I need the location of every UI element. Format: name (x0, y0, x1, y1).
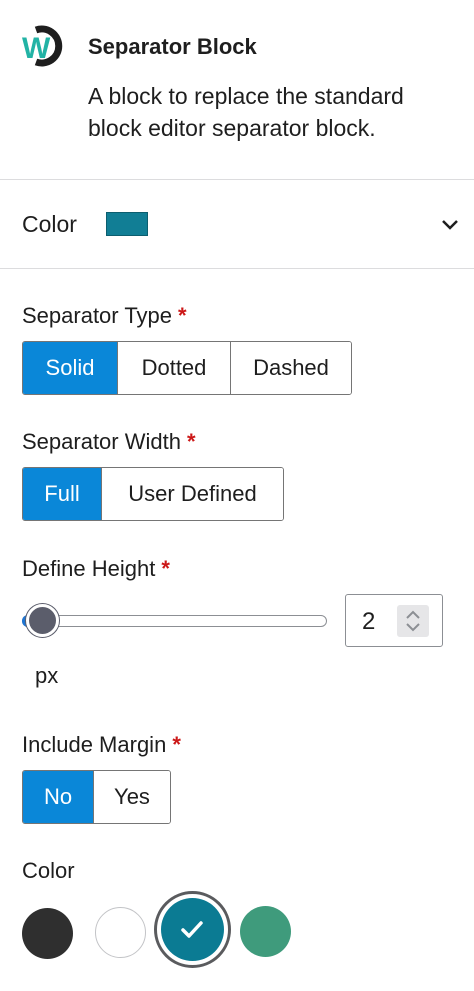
spinner-arrows-icon (406, 610, 420, 632)
separator-type-dashed-button[interactable]: Dashed (230, 342, 351, 394)
chevron-down-icon[interactable] (440, 218, 460, 232)
block-description: A block to replace the standard block ed… (88, 83, 404, 141)
separator-type-group: Solid Dotted Dashed (22, 341, 352, 395)
separator-width-group: Full User Defined (22, 467, 284, 521)
define-height-label: Define Height * (22, 556, 170, 582)
label-text: Separator Type (22, 303, 173, 328)
separator-width-full-button[interactable]: Full (23, 468, 101, 520)
include-margin-no-button[interactable]: No (23, 771, 93, 823)
label-text: Include Margin (22, 732, 167, 757)
color-swatch-teal[interactable] (161, 898, 224, 961)
include-margin-label: Include Margin * (22, 732, 181, 758)
block-title: Separator Block (88, 34, 257, 59)
block-header: W Separator Block A block to replace the… (0, 0, 474, 180)
height-slider-track[interactable] (22, 615, 327, 627)
color-swatch-dark[interactable] (22, 908, 73, 959)
separator-type-dotted-button[interactable]: Dotted (117, 342, 230, 394)
panel-color-swatch (106, 212, 148, 236)
include-margin-group: No Yes (22, 770, 171, 824)
divider (0, 268, 474, 269)
panel-title: Color (22, 211, 77, 237)
height-unit: px (35, 663, 59, 688)
separator-type-label: Separator Type * (22, 303, 187, 329)
color-panel-toggle[interactable]: Color (0, 181, 474, 268)
include-margin-yes-button[interactable]: Yes (93, 771, 170, 823)
color-swatch-white[interactable] (95, 907, 146, 958)
height-slider-thumb[interactable] (26, 604, 59, 637)
divider (0, 179, 474, 180)
color-label: Color (22, 858, 75, 883)
required-mark: * (178, 303, 187, 328)
color-swatch-green[interactable] (240, 906, 291, 957)
spinner-buttons[interactable] (397, 605, 429, 637)
separator-width-user-defined-button[interactable]: User Defined (101, 468, 283, 520)
required-mark: * (172, 732, 181, 757)
required-mark: * (186, 429, 196, 454)
height-number-input[interactable]: 2 (345, 594, 443, 647)
height-value: 2 (362, 608, 376, 635)
logo-letter: W (22, 32, 51, 65)
plugin-logo-icon: W (22, 25, 63, 67)
separator-width-label: Separator Width * (22, 429, 196, 455)
required-mark: * (161, 556, 170, 581)
separator-type-solid-button[interactable]: Solid (23, 342, 117, 394)
label-text: Separator Width (22, 429, 181, 454)
label-text: Define Height (22, 556, 156, 581)
